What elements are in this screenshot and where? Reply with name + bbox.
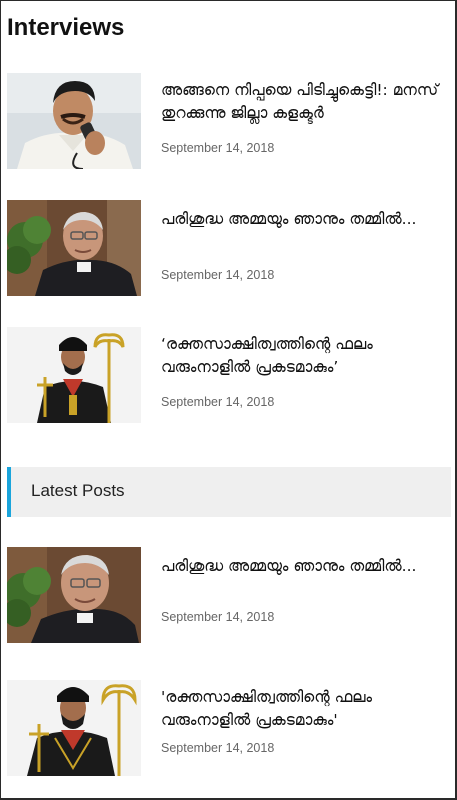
latest-posts-accent-bar [7,467,11,517]
interview-item[interactable]: അങ്ങനെ നിപ്പയെ പിടിച്ചുകെട്ടി!: മനസ് തുറ… [7,73,452,171]
priest-with-crosier-photo-icon [7,327,141,423]
latest-post-title[interactable]: 'രക്തസാക്ഷിത്വത്തിന്റെ ഫലം വരുംനാളിൽ പ്ര… [161,686,451,732]
interview-item[interactable]: ‘രക്തസാക്ഷിത്വത്തിന്റെ ഫലം വരുംനാളിൽ പ്ര… [7,327,452,425]
latest-post-item[interactable]: 'രക്തസാക്ഷിത്വത്തിന്റെ ഫലം വരുംനാളിൽ പ്ര… [7,680,452,778]
interview-date: September 14, 2018 [161,141,275,155]
latest-posts-header: Latest Posts [7,467,451,517]
interviews-heading: Interviews [7,14,125,41]
interview-title[interactable]: ‘രക്തസാക്ഷിത്വത്തിന്റെ ഫലം വരുംനാളിൽ പ്ര… [161,333,451,379]
latest-post-date: September 14, 2018 [161,741,275,755]
man-on-phone-photo-icon [7,73,141,169]
interview-title[interactable]: അങ്ങനെ നിപ്പയെ പിടിച്ചുകെട്ടി!: മനസ് തുറ… [161,79,451,125]
interview-date: September 14, 2018 [161,395,275,409]
priest-with-crosier-photo-icon [7,680,141,776]
man-on-phone-thumbnail[interactable] [7,73,141,169]
priest-thumbnail[interactable] [7,680,141,776]
bishop-thumbnail[interactable] [7,200,141,296]
interview-item[interactable]: പരിശുദ്ധ അമ്മയും ഞാനും തമ്മിൽ... Septemb… [7,200,452,298]
interview-title[interactable]: പരിശുദ്ധ അമ്മയും ഞാനും തമ്മിൽ... [161,208,451,231]
bishop-portrait-photo-icon [7,547,141,643]
latest-post-date: September 14, 2018 [161,610,275,624]
latest-post-item[interactable]: പരിശുദ്ധ അമ്മയും ഞാനും തമ്മിൽ... Septemb… [7,547,452,645]
bishop-portrait-photo-icon [7,200,141,296]
latest-posts-heading: Latest Posts [31,481,125,500]
latest-post-title[interactable]: പരിശുദ്ധ അമ്മയും ഞാനും തമ്മിൽ... [161,555,451,578]
priest-thumbnail[interactable] [7,327,141,423]
interview-date: September 14, 2018 [161,268,275,282]
bishop-thumbnail[interactable] [7,547,141,643]
